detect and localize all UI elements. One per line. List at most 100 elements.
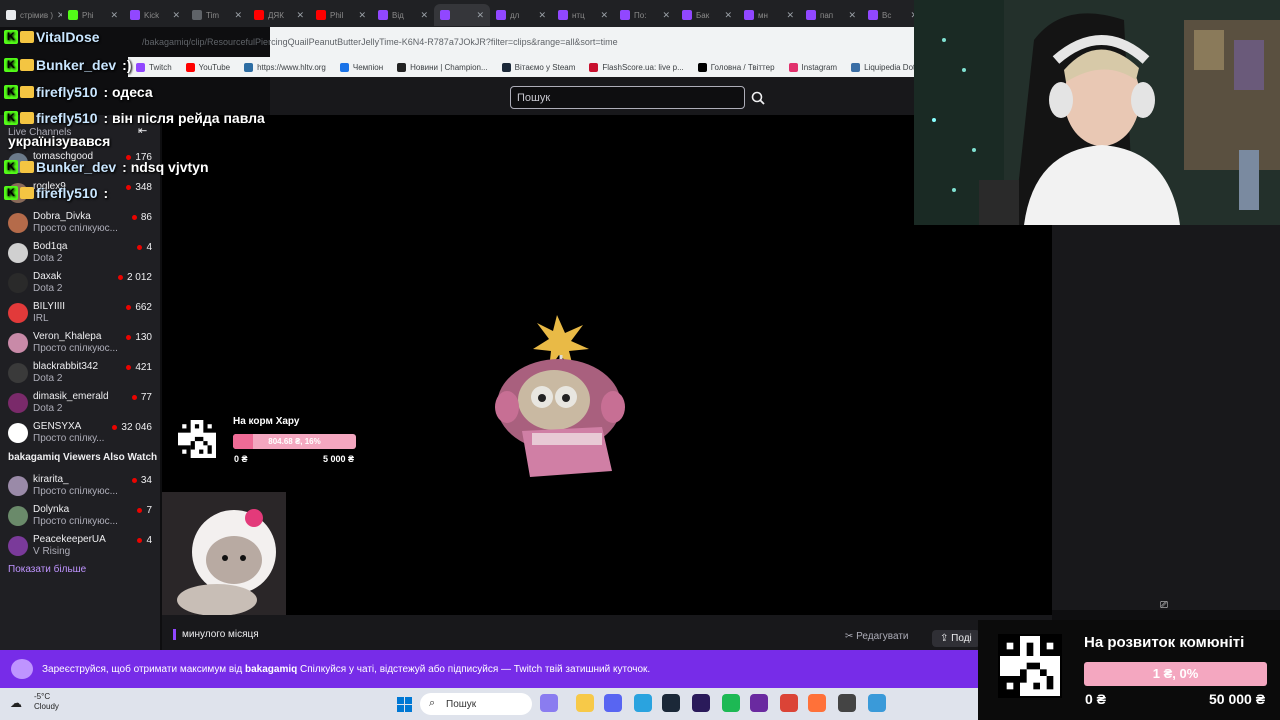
bookmark-item[interactable]: Вітаємо у Steam [501, 62, 575, 72]
sidebar-channel[interactable]: PeacekeeperUA V Rising 4 [0, 532, 160, 562]
bookmark-item[interactable]: Новини | Champion... [397, 62, 488, 72]
weather-widget[interactable]: ☁ -5°C Cloudy [10, 692, 59, 712]
premiere-icon[interactable] [692, 694, 710, 712]
viewer-count-value: 86 [140, 212, 152, 223]
bookmark-item[interactable]: Liquipedia Dota 2... [851, 62, 914, 72]
donation-large-progress-text: 1 ₴, 0% [1152, 666, 1199, 681]
search-input[interactable] [510, 86, 745, 109]
bookmark-item[interactable]: Чемпіон [339, 62, 383, 72]
bookmark-icon [851, 62, 861, 72]
channel-category: Просто спілкуюс... [33, 343, 118, 354]
browser-tab[interactable]: Бак ✕ [676, 4, 738, 26]
sidebar-channel[interactable]: Bod1qa Dota 2 4 [0, 239, 160, 269]
channel-name: Daxak [33, 271, 62, 282]
share-button[interactable]: ⇪ Поді [932, 630, 980, 647]
chat-text: : ndsq vjvtyn [122, 159, 209, 175]
close-tab-icon[interactable]: ✕ [476, 10, 484, 21]
chat-text: : [103, 185, 109, 201]
tab-label: дл [510, 10, 520, 20]
avatar [8, 333, 28, 353]
tab-label: По: [634, 10, 647, 20]
spotify-icon[interactable] [722, 694, 740, 712]
taskbar-search[interactable]: ⌕ Пошук [420, 693, 532, 715]
browser-tab[interactable]: Від ✕ [372, 4, 434, 26]
signup-banner[interactable]: Зареєструйся, щоб отримати максимум від … [0, 650, 978, 688]
sidebar-channel[interactable]: GENSYXA Просто спілку... 32 046 [0, 419, 160, 449]
chat-message: K Bunker_dev: ndsq vjvtyn [4, 159, 209, 175]
sidebar-channel[interactable]: Dolynka Просто спілкуюс... 7 [0, 502, 160, 532]
bookmark-item[interactable]: FlashScore.ua: live p... [589, 62, 684, 72]
donation-small-max: 5 000 ₴ [323, 454, 355, 464]
close-tab-icon[interactable]: ✕ [724, 10, 732, 21]
kick-badge-icon: K [4, 58, 18, 72]
file-explorer-icon[interactable] [576, 694, 594, 712]
viewer-count: 2 012 [117, 272, 152, 283]
bookmark-icon [501, 62, 511, 72]
sidebar-channel[interactable]: kirarita_ Просто спілкуюс... 34 [0, 472, 160, 502]
copilot-icon[interactable] [540, 694, 558, 712]
browser-tab[interactable]: ✕ [434, 4, 490, 26]
donation-small-progress: 804.68 ₴, 16% [233, 434, 356, 449]
avatar [8, 273, 28, 293]
telegram-icon[interactable] [634, 694, 652, 712]
bookmark-label: FlashScore.ua: live p... [602, 62, 684, 72]
recorder-icon[interactable] [838, 694, 856, 712]
sidebar-channel[interactable]: blackrabbit342 Dota 2 421 [0, 359, 160, 389]
close-tab-icon[interactable]: ✕ [358, 10, 366, 21]
sidebar-channel[interactable]: Daxak Dota 2 2 012 [0, 269, 160, 299]
edit-button[interactable]: ✂ Редагувати [845, 631, 909, 642]
discord-icon[interactable] [604, 694, 622, 712]
clip-icon[interactable]: ⎚ [1160, 600, 1168, 611]
bookmark-item[interactable]: Instagram [788, 62, 837, 72]
tab-label: ДЯК [268, 10, 284, 20]
tab-label: Від [392, 10, 404, 20]
live-dot-icon [131, 395, 137, 400]
donation-large-title: На розвиток комюніті [1084, 634, 1245, 651]
steam-icon[interactable] [662, 694, 680, 712]
browser-tab[interactable]: мн ✕ [738, 4, 800, 26]
browser-tab[interactable]: нтц ✕ [552, 4, 614, 26]
close-tab-icon[interactable]: ✕ [420, 10, 428, 21]
crown-badge-icon [20, 161, 34, 173]
show-more-link[interactable]: Показати більше [8, 564, 86, 575]
obs-icon[interactable] [750, 694, 768, 712]
close-tab-icon[interactable]: ✕ [786, 10, 794, 21]
viewer-count-value: 34 [140, 475, 152, 486]
windows-start-icon[interactable] [397, 697, 412, 712]
chrome-icon[interactable] [780, 694, 798, 712]
browser-tab[interactable]: По: ✕ [614, 4, 676, 26]
live-dot-icon [137, 245, 143, 250]
browser-tab[interactable]: Вс✕ [862, 4, 914, 26]
donation-large-max: 50 000 ₴ [1209, 691, 1266, 707]
channel-name: Dobra_Divka [33, 211, 91, 222]
bookmark-item[interactable]: Головна / Твіттер [697, 62, 775, 72]
donation-small-min: 0 ₴ [234, 454, 248, 464]
viewer-count: 77 [131, 392, 152, 403]
close-tab-icon[interactable]: ✕ [848, 10, 856, 21]
close-tab-icon[interactable]: ✕ [600, 10, 608, 21]
sidebar-channel[interactable]: Dobra_Divka Просто спілкуюс... 86 [0, 209, 160, 239]
sidebar-channel[interactable]: dimasik_emerald Dota 2 77 [0, 389, 160, 419]
crown-badge-icon [20, 59, 34, 71]
firefox-icon[interactable] [808, 694, 826, 712]
tab-label: пап [820, 10, 834, 20]
browser-tab[interactable]: пап ✕ [800, 4, 862, 26]
viewer-count: 4 [137, 242, 152, 253]
browser-tab[interactable]: Phil ✕ [310, 4, 372, 26]
close-tab-icon[interactable]: ✕ [296, 10, 304, 21]
browser-tab[interactable]: дл ✕ [490, 4, 552, 26]
channel-name: BILYIIII [33, 301, 66, 312]
notes-icon[interactable] [868, 694, 886, 712]
viewer-count: 32 046 [112, 422, 152, 433]
crown-badge-icon [20, 31, 34, 43]
sidebar-channel[interactable]: Veron_Khalepa Просто спілкуюс... 130 [0, 329, 160, 359]
sidebar-channel[interactable]: BILYIIII IRL 662 [0, 299, 160, 329]
search-button[interactable] [747, 86, 769, 109]
channel-category: Просто спілкуюс... [33, 516, 118, 527]
viewer-count-value: 2 012 [126, 272, 152, 283]
viewer-count-value: 77 [140, 392, 152, 403]
close-tab-icon[interactable]: ✕ [538, 10, 546, 21]
clip-info-bar [162, 615, 1052, 650]
search-icon [751, 91, 765, 105]
close-tab-icon[interactable]: ✕ [662, 10, 670, 21]
